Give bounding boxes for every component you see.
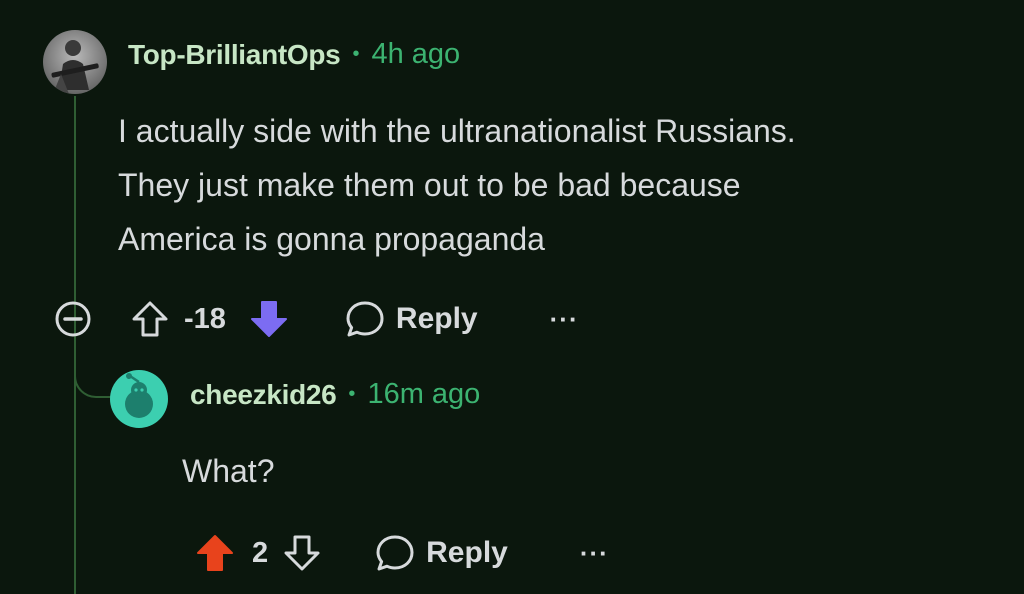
chat-bubble-icon xyxy=(344,298,386,340)
comment-body-line: They just make them out to be bad becaus… xyxy=(118,167,741,203)
comment-body-line: America is gonna propaganda xyxy=(118,221,545,257)
comment-body-line: I actually side with the ultranationalis… xyxy=(118,113,796,149)
comment-header: Top-BrilliantOps • 4h ago xyxy=(128,38,460,71)
comment-actions: -18 Reply ··· xyxy=(52,296,579,342)
timestamp: 16m ago xyxy=(367,378,481,410)
separator-dot: • xyxy=(352,43,360,65)
comment-body: I actually side with the ultranationalis… xyxy=(118,104,796,266)
chat-bubble-icon xyxy=(374,532,416,574)
reply-button-label: Reply xyxy=(395,302,478,335)
reply-header: cheezkid26 • 16m ago xyxy=(190,378,480,411)
user-avatar-image xyxy=(51,40,99,94)
vote-score: -18 xyxy=(184,302,226,335)
reply-button[interactable]: Reply xyxy=(344,298,478,340)
reply-actions: 2 Reply ··· xyxy=(194,530,609,576)
reply-body-line: What? xyxy=(182,453,275,489)
avatar[interactable] xyxy=(43,30,107,94)
snoo-avatar-icon xyxy=(125,373,153,418)
reply-button-label: Reply xyxy=(426,536,508,569)
username[interactable]: Top-BrilliantOps xyxy=(128,39,341,71)
downvote-icon[interactable] xyxy=(282,533,322,573)
downvote-icon[interactable] xyxy=(248,298,290,340)
collapse-icon[interactable] xyxy=(52,298,94,340)
upvote-icon[interactable] xyxy=(194,532,236,574)
more-options-button[interactable]: ··· xyxy=(550,304,579,335)
avatar[interactable] xyxy=(110,370,168,428)
username[interactable]: cheezkid26 xyxy=(190,379,337,411)
thread-line xyxy=(74,96,76,594)
reply-button[interactable]: Reply xyxy=(374,532,508,574)
reply-body: What? xyxy=(182,444,274,498)
upvote-icon[interactable] xyxy=(130,299,170,339)
reply-branch-line xyxy=(74,358,114,398)
more-options-button[interactable]: ··· xyxy=(580,538,609,569)
timestamp: 4h ago xyxy=(371,38,461,70)
separator-dot: • xyxy=(348,383,356,405)
vote-score: 2 xyxy=(252,536,269,569)
